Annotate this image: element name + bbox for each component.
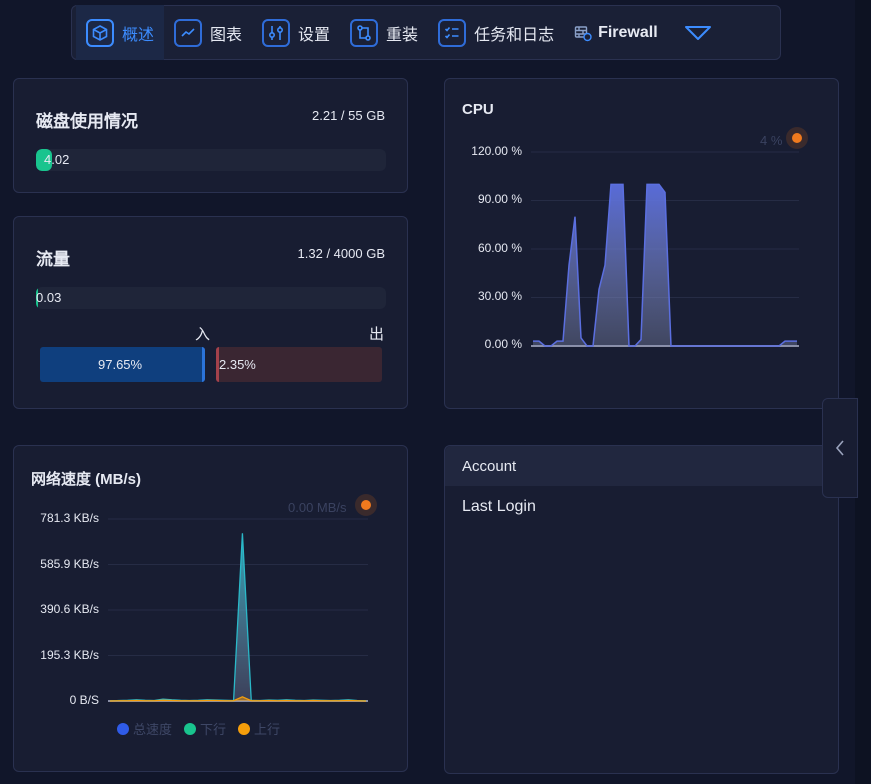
sliders-icon <box>262 18 291 47</box>
firewall-icon <box>574 25 592 41</box>
network-ytick: 0 B/S <box>69 693 99 707</box>
top-nav: 概述 图表 设置 重装 任务和日志 Firewall <box>71 5 781 60</box>
cube-icon <box>86 18 114 47</box>
cpu-ytick: 0.00 % <box>484 337 522 351</box>
chevron-down-icon <box>684 25 711 40</box>
nav-expand-button[interactable] <box>672 5 724 60</box>
legend-label: 上行 <box>254 722 281 737</box>
cpu-chart <box>531 151 799 347</box>
checklist-icon <box>438 18 467 47</box>
network-speed-card: 网络速度 (MB/s) 0.00 MB/s 781.3 KB/s 585.9 K… <box>13 445 408 772</box>
legend-dot <box>117 722 129 735</box>
right-strip <box>855 0 871 784</box>
reinstall-icon <box>350 18 379 47</box>
disk-usage-value: 2.21 / 55 GB <box>312 108 385 123</box>
traffic-card: 流量 1.32 / 4000 GB 0.03 入 出 97.65% 2.35% <box>13 216 408 409</box>
account-title: Account <box>462 458 517 475</box>
tab-tasks-logs-label: 任务和日志 <box>474 26 555 44</box>
tab-charts-label: 图表 <box>210 26 243 44</box>
network-ytick: 585.9 KB/s <box>40 557 99 571</box>
cpu-title: CPU <box>462 101 494 118</box>
tab-reinstall[interactable]: 重装 <box>340 5 428 60</box>
traffic-out-label: 出 <box>369 326 385 343</box>
tab-settings-label: 设置 <box>298 26 331 44</box>
traffic-in-segment: 97.65% <box>40 347 205 382</box>
legend-dot <box>184 722 197 735</box>
legend-item-upload[interactable]: 上行 <box>238 719 280 738</box>
tab-settings[interactable]: 设置 <box>252 5 340 60</box>
cpu-ytick: 30.00 % <box>477 289 522 303</box>
account-header: Account <box>445 446 838 486</box>
network-speed-chart <box>108 518 368 702</box>
traffic-out-segment: 2.35% <box>216 347 382 382</box>
legend-item-total[interactable]: 总速度 <box>117 719 172 738</box>
traffic-bar: 0.03 <box>36 287 386 309</box>
disk-usage-card: 磁盘使用情况 2.21 / 55 GB 4.02 <box>13 78 408 193</box>
network-speed-title: 网络速度 (MB/s) <box>31 471 141 488</box>
sidebar-toggle-button[interactable] <box>822 398 858 498</box>
chevron-left-icon <box>835 440 844 456</box>
line-chart-icon <box>174 18 203 47</box>
tab-firewall[interactable]: Firewall <box>564 5 668 60</box>
network-ytick: 390.6 KB/s <box>40 602 99 616</box>
last-login-label: Last Login <box>462 498 536 515</box>
legend-dot <box>238 722 251 735</box>
legend-item-download[interactable]: 下行 <box>184 719 226 738</box>
disk-usage-percent: 4.02 <box>44 152 70 167</box>
traffic-percent: 0.03 <box>36 290 62 305</box>
cpu-ytick: 120.00 % <box>471 144 522 158</box>
tab-charts[interactable]: 图表 <box>164 5 252 60</box>
traffic-out-percent: 2.35% <box>219 357 256 372</box>
network-ytick: 195.3 KB/s <box>40 648 99 662</box>
tab-overview-label: 概述 <box>122 26 155 44</box>
cpu-ytick: 90.00 % <box>477 192 522 206</box>
traffic-title: 流量 <box>36 250 70 269</box>
tab-overview[interactable]: 概述 <box>76 5 165 60</box>
legend-label: 下行 <box>200 722 227 737</box>
network-ytick: 781.3 KB/s <box>40 511 99 525</box>
cpu-ytick: 60.00 % <box>477 241 522 255</box>
account-card: Account Last Login <box>444 445 839 774</box>
cpu-card: CPU 4 % 120.00 % 90.00 % 60.00 % 30.00 %… <box>444 78 839 409</box>
tab-reinstall-label: 重装 <box>386 26 419 44</box>
traffic-in-percent: 97.65% <box>98 357 143 372</box>
traffic-value: 1.32 / 4000 GB <box>297 246 385 261</box>
network-legend: 总速度 下行 上行 <box>117 719 292 738</box>
traffic-in-label: 入 <box>195 326 211 343</box>
tab-firewall-label: Firewall <box>598 23 658 41</box>
legend-label: 总速度 <box>133 722 173 737</box>
disk-usage-bar: 4.02 <box>36 149 386 171</box>
disk-usage-title: 磁盘使用情况 <box>36 112 138 131</box>
tab-tasks-logs[interactable]: 任务和日志 <box>428 5 564 60</box>
